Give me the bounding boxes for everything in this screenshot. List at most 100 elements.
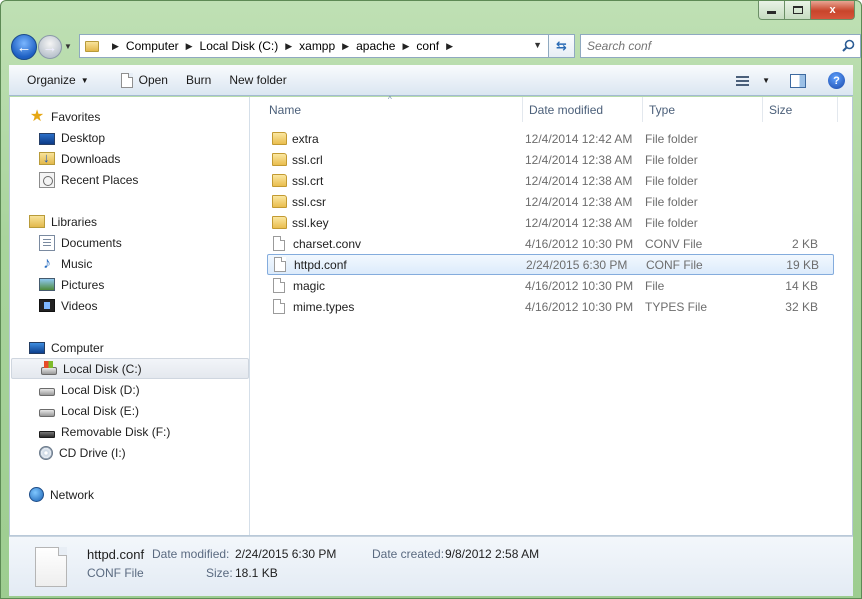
sidebar-item-removable-disk-f[interactable]: Removable Disk (F:) [10, 421, 249, 442]
breadcrumb-item[interactable]: apache [356, 39, 395, 53]
views-dropdown-icon[interactable]: ▼ [762, 76, 770, 85]
table-row[interactable]: ssl.csr 12/4/2014 12:38 AM File folder [267, 191, 832, 212]
details-pane: httpd.conf CONF File Date modified: 2/24… [9, 536, 853, 596]
command-bar: Organize ▼ Open Burn New folder ▼ ? [9, 65, 853, 96]
music-note-icon: ♪ [43, 254, 51, 272]
table-row[interactable]: extra 12/4/2014 12:42 AM File folder [267, 128, 832, 149]
details-size-value: 18.1 KB [235, 566, 278, 580]
preview-pane-icon[interactable] [790, 73, 806, 88]
file-date-modified: 4/16/2012 10:30 PM [525, 236, 634, 251]
table-row[interactable]: charset.conv 4/16/2012 10:30 PM CONV File 2… [267, 233, 832, 254]
organize-menu[interactable]: Organize ▼ [9, 65, 98, 96]
burn-button[interactable]: Burn [177, 65, 220, 96]
sidebar-favorites[interactable]: ★ Favorites [10, 106, 249, 127]
refresh-icon: ⇆ [556, 38, 567, 53]
column-type[interactable]: Type [643, 97, 763, 122]
sidebar-item-documents[interactable]: Documents [10, 232, 249, 253]
sidebar-item-label: Favorites [51, 109, 101, 124]
file-name: ssl.csr [292, 194, 326, 209]
sidebar-item-label: Local Disk (C:) [63, 361, 142, 376]
close-button[interactable]: x [811, 1, 855, 20]
sidebar-item-label: CD Drive (I:) [59, 445, 126, 460]
table-row[interactable]: ssl.crt 12/4/2014 12:38 AM File folder [267, 170, 832, 191]
breadcrumb-sep-icon[interactable]: ▶ [446, 41, 453, 52]
file-name-cell: magic [267, 275, 525, 296]
sidebar-item-label: Recent Places [61, 172, 139, 187]
sidebar-item-videos[interactable]: Videos [10, 295, 249, 316]
breadcrumb-sep-icon[interactable]: ▶ [112, 41, 119, 52]
minimize-icon [767, 11, 776, 14]
breadcrumb-sep-icon[interactable]: ▶ [285, 41, 292, 52]
back-arrow-icon: ← [16, 38, 32, 56]
sidebar-item-recent-places[interactable]: Recent Places [10, 169, 249, 190]
search-box[interactable] [580, 34, 861, 58]
maximize-button[interactable] [785, 1, 811, 20]
column-name[interactable]: ^ Name [251, 95, 523, 122]
refresh-button[interactable]: ⇆ [549, 34, 575, 58]
recent-pages-dropdown[interactable]: ▼ [64, 42, 72, 51]
hard-drive-icon [39, 409, 55, 417]
sidebar-item-local-disk-d[interactable]: Local Disk (D:) [10, 379, 249, 400]
folder-icon [272, 174, 287, 187]
forward-button[interactable]: → [38, 35, 62, 59]
details-size-label: Size: [206, 566, 233, 580]
breadcrumb-item[interactable]: Local Disk (C:) [200, 39, 279, 53]
sidebar-item-desktop[interactable]: Desktop [10, 127, 249, 148]
sidebar-item-cd-drive-i[interactable]: CD Drive (I:) [10, 442, 249, 463]
table-row[interactable]: ssl.key 12/4/2014 12:38 AM File folder [267, 212, 832, 233]
sidebar-item-label: Local Disk (E:) [61, 403, 140, 418]
sidebar-computer[interactable]: Computer [10, 337, 249, 358]
minimize-button[interactable] [758, 1, 785, 20]
caption-buttons: x [758, 1, 855, 20]
details-modified-label: Date modified: [152, 547, 230, 561]
column-label: Type [649, 102, 676, 117]
sidebar-item-local-disk-c[interactable]: Local Disk (C:) [11, 358, 249, 379]
file-icon [274, 257, 286, 272]
address-bar[interactable]: ▶ Computer ▶ Local Disk (C:) ▶ xampp ▶ apache ▶… [79, 34, 549, 58]
folder-icon [85, 40, 99, 52]
folder-icon [272, 132, 287, 145]
help-icon[interactable]: ? [828, 72, 845, 89]
column-date-modified[interactable]: Date modified [523, 97, 643, 122]
table-row[interactable]: magic 4/16/2012 10:30 PM File 14 KB [267, 275, 832, 296]
address-dropdown-icon[interactable]: ▼ [533, 40, 542, 50]
column-size[interactable]: Size [763, 97, 838, 122]
file-size [740, 212, 832, 233]
breadcrumb-item[interactable]: Computer [126, 39, 179, 53]
sidebar-item-local-disk-e[interactable]: Local Disk (E:) [10, 400, 249, 421]
organize-label: Organize [27, 73, 76, 87]
sidebar-item-pictures[interactable]: Pictures [10, 274, 249, 295]
table-row[interactable]: httpd.conf 2/24/2015 6:30 PM CONF File 19 K… [267, 254, 834, 275]
cd-drive-icon [39, 445, 53, 460]
breadcrumb-item[interactable]: xampp [299, 39, 335, 53]
breadcrumb-sep-icon[interactable]: ▶ [402, 41, 409, 52]
sidebar-item-label: Videos [61, 298, 98, 313]
search-input[interactable] [587, 39, 827, 53]
network-icon [29, 487, 44, 502]
file-size: 32 KB [785, 299, 818, 314]
new-folder-button[interactable]: New folder [220, 65, 295, 96]
open-button[interactable]: Open [98, 65, 177, 96]
details-created-label: Date created: [372, 547, 445, 561]
breadcrumb-sep-icon[interactable]: ▶ [186, 41, 193, 52]
sidebar-item-label: Desktop [61, 130, 106, 145]
sidebar-libraries[interactable]: Libraries [10, 211, 249, 232]
change-view-icon[interactable] [736, 75, 750, 86]
sidebar-item-downloads[interactable]: Downloads [10, 148, 249, 169]
file-name-cell: ssl.crt [267, 170, 525, 191]
back-button[interactable]: ← [11, 34, 37, 60]
file-type: File folder [645, 194, 698, 209]
search-icon[interactable] [842, 39, 855, 52]
table-row[interactable]: ssl.crl 12/4/2014 12:38 AM File folder [267, 149, 832, 170]
sidebar-item-label: Pictures [61, 277, 105, 292]
sidebar-item-music[interactable]: ♪ Music [10, 253, 249, 274]
breadcrumb-item[interactable]: conf [416, 39, 439, 53]
file-name: magic [293, 278, 326, 293]
file-size: 2 KB [791, 236, 818, 251]
maximize-icon [792, 6, 803, 14]
file-date-modified: 12/4/2014 12:38 AM [525, 152, 633, 167]
sidebar-network[interactable]: Network [10, 484, 249, 505]
table-row[interactable]: mime.types 4/16/2012 10:30 PM TYPES File 32… [267, 296, 832, 317]
breadcrumb-sep-icon[interactable]: ▶ [342, 41, 349, 52]
file-name-cell: extra [267, 128, 525, 149]
